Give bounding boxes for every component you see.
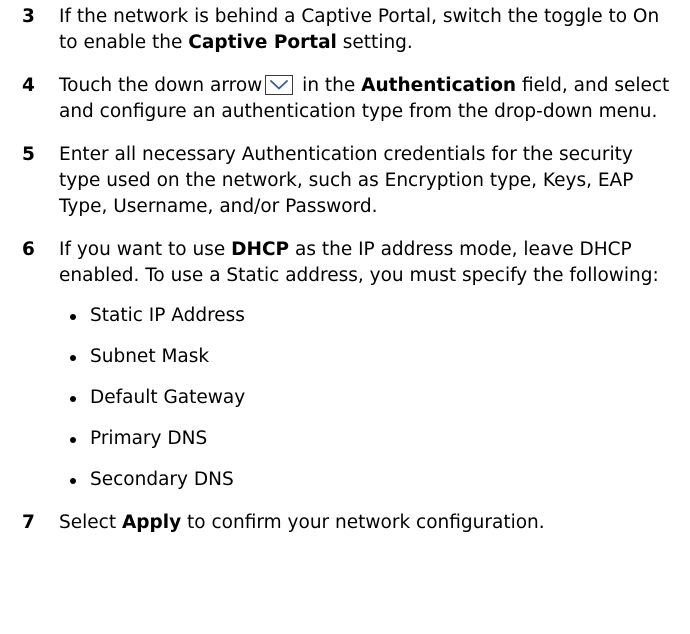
step-3: 3 If the network is behind a Captive Por… bbox=[0, 4, 690, 56]
step-number: 3 bbox=[22, 6, 35, 27]
text-run: Enter all necessary Authentication crede… bbox=[59, 144, 634, 217]
step-6: 6 If you want to use DHCP as the IP addr… bbox=[0, 237, 690, 493]
step-5: 5 Enter all necessary Authentication cre… bbox=[0, 142, 690, 220]
list-item-default-gateway: Default Gateway bbox=[59, 385, 678, 411]
text-run: to confirm your network configuration. bbox=[181, 512, 545, 533]
step-7: 7 Select Apply to confirm your network c… bbox=[0, 510, 690, 536]
list-item-secondary-dns: Secondary DNS bbox=[59, 467, 678, 493]
step-text: If you want to use DHCP as the IP addres… bbox=[59, 239, 659, 286]
bold-term-dhcp: DHCP bbox=[231, 239, 290, 260]
bold-term-apply: Apply bbox=[121, 512, 182, 533]
step-number: 6 bbox=[22, 239, 35, 260]
text-run: in the bbox=[296, 75, 362, 96]
bold-term-authentication: Authentication bbox=[361, 75, 517, 96]
static-settings-list: Static IP Address Subnet Mask Default Ga… bbox=[59, 303, 678, 493]
bold-term-captive-portal: Captive Portal bbox=[188, 32, 337, 53]
list-item-static-ip-address: Static IP Address bbox=[59, 303, 678, 329]
step-4: 4 Touch the down arrow in the Authentica… bbox=[0, 73, 690, 125]
step-text: If the network is behind a Captive Porta… bbox=[59, 6, 659, 53]
text-run: Select bbox=[59, 512, 122, 533]
step-number: 4 bbox=[22, 75, 35, 96]
instruction-page: 3 If the network is behind a Captive Por… bbox=[0, 0, 690, 634]
chevron-down-icon bbox=[265, 75, 294, 95]
list-item-primary-dns: Primary DNS bbox=[59, 426, 678, 452]
list-item-subnet-mask: Subnet Mask bbox=[59, 344, 678, 370]
step-number: 5 bbox=[22, 144, 35, 165]
step-number: 7 bbox=[22, 512, 35, 533]
step-text: Select Apply to confirm your network con… bbox=[59, 512, 545, 533]
text-run: Touch the down arrow bbox=[59, 75, 263, 96]
step-text: Touch the down arrow in the Authenticati… bbox=[59, 75, 669, 122]
text-run: setting. bbox=[336, 32, 413, 53]
text-run: If you want to use bbox=[59, 239, 232, 260]
step-text: Enter all necessary Authentication crede… bbox=[59, 144, 633, 217]
